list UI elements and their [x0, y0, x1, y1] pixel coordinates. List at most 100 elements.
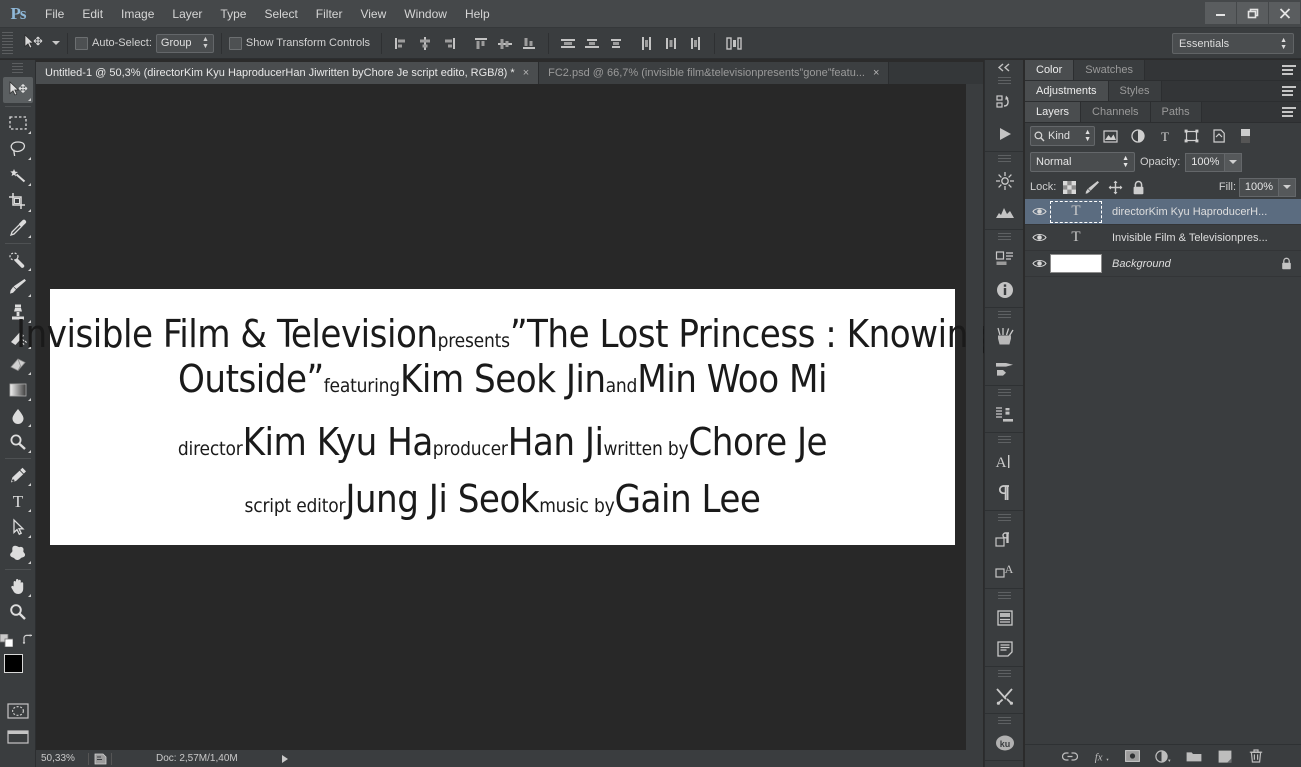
menu-view[interactable]: View	[351, 0, 395, 28]
dodge-tool[interactable]	[3, 429, 33, 455]
document-thumbnail-icon[interactable]	[89, 753, 111, 765]
distribute-horizontal-centers-icon[interactable]	[660, 32, 682, 54]
brush-presets-icon[interactable]	[985, 321, 1024, 352]
lock-position-icon[interactable]	[1106, 178, 1125, 197]
filter-shape-layers-icon[interactable]	[1180, 126, 1203, 147]
align-horizontal-centers-icon[interactable]	[414, 32, 436, 54]
tab-untitled-1[interactable]: Untitled-1 @ 50,3% (directorKim Kyu Hapr…	[36, 62, 540, 84]
artboard[interactable]: Invisible Film & Televisionpresents”The …	[16, 289, 990, 545]
gradient-tool[interactable]	[3, 377, 33, 403]
eyedropper-tool[interactable]	[3, 214, 33, 240]
hand-tool[interactable]	[3, 573, 33, 599]
menu-help[interactable]: Help	[456, 0, 499, 28]
layer-visibility-toggle[interactable]	[1028, 225, 1050, 251]
filter-pixel-layers-icon[interactable]	[1099, 126, 1122, 147]
tools-panel-grip[interactable]	[12, 63, 23, 75]
filter-type-layers-icon[interactable]: T	[1153, 126, 1176, 147]
layer-name[interactable]: Invisible Film & Televisionpres...	[1112, 232, 1268, 244]
show-transform-controls-checkbox[interactable]	[228, 36, 242, 50]
menu-select[interactable]: Select	[255, 0, 306, 28]
default-colors-icon[interactable]	[0, 633, 13, 647]
foreground-color-swatch[interactable]	[3, 654, 23, 673]
custom-shape-tool[interactable]	[3, 540, 33, 566]
tab-paths[interactable]: Paths	[1150, 102, 1202, 122]
auto-select-scope-select[interactable]: Group ▲ ▼	[155, 33, 214, 53]
mini-bridge-icon[interactable]	[985, 87, 1024, 118]
align-bottom-edges-icon[interactable]	[518, 32, 540, 54]
align-vertical-centers-icon[interactable]	[494, 32, 516, 54]
quick-mask-toggle[interactable]	[3, 698, 33, 724]
menu-type[interactable]: Type	[211, 0, 255, 28]
color-panel-menu-icon[interactable]	[1282, 65, 1296, 76]
status-menu-arrow-icon[interactable]	[281, 754, 288, 763]
dock-group-grip[interactable]	[997, 155, 1011, 164]
restore-button[interactable]	[1237, 2, 1268, 24]
menu-file[interactable]: File	[36, 0, 73, 28]
timeline-play-icon[interactable]	[985, 118, 1024, 149]
fill-dropdown-button[interactable]	[1279, 177, 1296, 197]
opacity-dropdown-button[interactable]	[1225, 152, 1243, 172]
delete-layer-icon[interactable]	[1248, 748, 1265, 765]
new-fill-adjustment-layer-icon[interactable]	[1154, 748, 1172, 765]
character-icon[interactable]: A	[985, 446, 1024, 477]
dock-group-grip[interactable]	[997, 717, 1011, 726]
table-row[interactable]: T Invisible Film & Televisionpres...	[1025, 225, 1301, 251]
new-layer-icon[interactable]	[1217, 748, 1234, 765]
dock-group-grip[interactable]	[997, 77, 1011, 86]
collapse-panels-icon[interactable]	[985, 60, 1023, 74]
canvas-vertical-scrollbar[interactable]	[966, 84, 983, 750]
options-bar-grip[interactable]	[2, 32, 13, 54]
layers-panel-menu-icon[interactable]	[1282, 107, 1296, 118]
lock-image-pixels-icon[interactable]	[1083, 178, 1102, 197]
rectangular-marquee-tool[interactable]	[3, 110, 33, 136]
character-styles-icon[interactable]	[985, 524, 1024, 555]
crop-tool[interactable]	[3, 188, 33, 214]
tab-fc2-psd[interactable]: FC2.psd @ 66,7% (invisible film&televisi…	[539, 62, 890, 84]
screen-mode-button[interactable]	[3, 724, 33, 750]
move-tool-icon[interactable]	[18, 31, 48, 55]
auto-select-checkbox[interactable]	[75, 36, 88, 50]
menu-filter[interactable]: Filter	[307, 0, 352, 28]
lasso-tool[interactable]	[3, 136, 33, 162]
menu-edit[interactable]: Edit	[73, 0, 112, 28]
opacity-input[interactable]: 100%	[1185, 152, 1226, 172]
align-left-edges-icon[interactable]	[390, 32, 412, 54]
align-top-edges-icon[interactable]	[470, 32, 492, 54]
info-icon[interactable]	[985, 274, 1024, 305]
zoom-tool[interactable]	[3, 599, 33, 625]
table-row[interactable]: Background	[1025, 251, 1301, 277]
dock-group-grip[interactable]	[997, 389, 1011, 398]
layer-filter-kind-select[interactable]: Kind ▲ ▼	[1030, 126, 1095, 146]
menu-window[interactable]: Window	[395, 0, 456, 28]
notes-icon[interactable]	[985, 633, 1024, 664]
filter-toggle-icon[interactable]	[1234, 126, 1257, 147]
close-icon[interactable]: ×	[873, 67, 879, 79]
adjustments-panel-menu-icon[interactable]	[1282, 86, 1296, 97]
lock-transparent-pixels-icon[interactable]	[1060, 178, 1079, 197]
zoom-level-input[interactable]: 50,33%	[36, 753, 88, 764]
new-group-icon[interactable]	[1186, 748, 1203, 765]
tool-preset-chevron-icon[interactable]	[52, 41, 60, 45]
distribute-bottom-edges-icon[interactable]	[605, 32, 627, 54]
path-selection-tool[interactable]	[3, 514, 33, 540]
tab-color[interactable]: Color	[1025, 60, 1075, 80]
move-tool[interactable]	[2, 77, 33, 103]
canvas-area[interactable]: Invisible Film & Televisionpresents”The …	[16, 84, 990, 750]
paragraph-styles-icon[interactable]: A	[985, 555, 1024, 586]
horizontal-type-tool[interactable]: T	[3, 488, 33, 514]
tab-layers[interactable]: Layers	[1025, 102, 1082, 122]
layer-name[interactable]: directorKim Kyu HaproducerH...	[1112, 206, 1267, 218]
layer-comps-icon[interactable]	[985, 602, 1024, 633]
distribute-right-edges-icon[interactable]	[684, 32, 706, 54]
magic-wand-tool[interactable]	[3, 162, 33, 188]
lock-all-icon[interactable]	[1129, 178, 1148, 197]
filter-smart-objects-icon[interactable]	[1207, 126, 1230, 147]
minimize-button[interactable]	[1205, 2, 1236, 24]
table-row[interactable]: T directorKim Kyu HaproducerH...	[1025, 199, 1301, 225]
tab-adjustments[interactable]: Adjustments	[1025, 81, 1109, 101]
menu-image[interactable]: Image	[112, 0, 163, 28]
pen-tool[interactable]	[3, 462, 33, 488]
clone-source-icon[interactable]	[985, 399, 1024, 430]
histogram-icon[interactable]	[985, 196, 1024, 227]
dock-group-grip[interactable]	[997, 592, 1011, 601]
